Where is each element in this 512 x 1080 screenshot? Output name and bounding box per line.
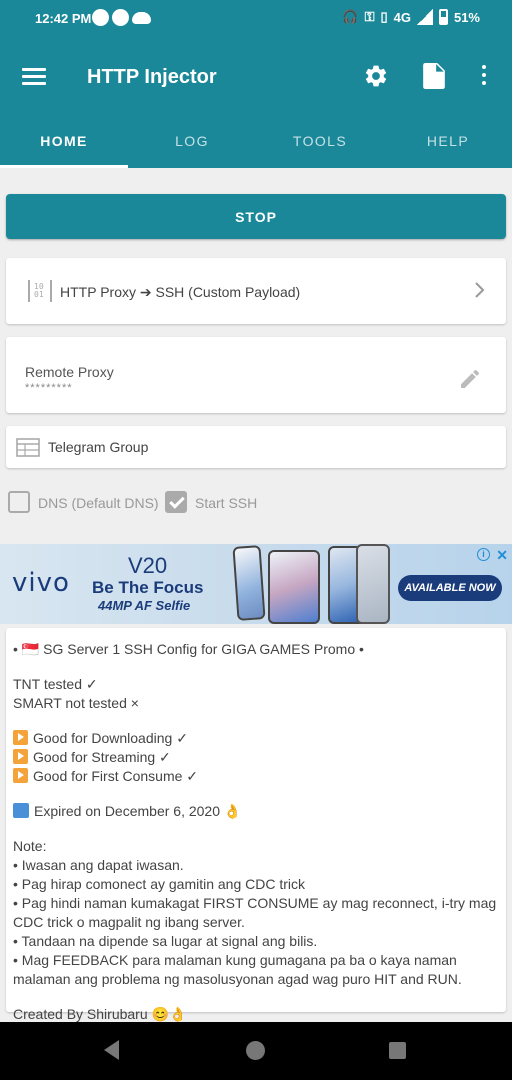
expiry-line: Expired on December 6, 2020 👌 — [13, 802, 499, 821]
note-line: • Pag hirap comonect ay gamitin ang CDC … — [13, 876, 306, 892]
document-icon[interactable] — [423, 63, 445, 89]
circle-notification-icon — [112, 9, 129, 26]
play-button-icon — [13, 749, 28, 764]
tested-line: SMART not tested × — [13, 695, 139, 711]
battery-icon — [438, 9, 448, 25]
remote-proxy-title: Remote Proxy — [25, 364, 114, 380]
system-nav-bar — [0, 1022, 512, 1080]
active-tab-indicator — [0, 165, 128, 168]
tab-home[interactable]: HOME — [0, 120, 128, 168]
ad-brand: vivo — [12, 568, 70, 598]
note-line: • Mag FEEDBACK para malaman kung gumagan… — [13, 952, 462, 987]
binary-bracket-icon: 10 01 — [28, 280, 52, 302]
start-ssh-checkbox[interactable] — [165, 491, 187, 513]
options-row: DNS (Default DNS) Start SSH — [8, 491, 504, 517]
ad-phone-image — [232, 545, 266, 621]
network-type: 4G — [393, 9, 411, 25]
app-bar: HTTP Injector HOME LOG TOOLS HELP — [0, 36, 512, 168]
recent-apps-icon[interactable] — [389, 1042, 406, 1059]
feature-line: Good for Downloading ✓ — [13, 729, 499, 748]
ad-close-icon[interactable]: ✕ — [496, 547, 508, 564]
tab-help[interactable]: HELP — [384, 120, 512, 168]
proxy-mode-label: HTTP Proxy ➔ SSH (Custom Payload) — [60, 284, 301, 300]
stop-button[interactable]: STOP — [6, 194, 506, 239]
menu-icon[interactable] — [22, 68, 46, 86]
proxy-mode-selector[interactable]: 10 01 HTTP Proxy ➔ SSH (Custom Payload) — [6, 258, 506, 324]
dns-checkbox[interactable] — [8, 491, 30, 513]
config-description: • 🇸🇬 SG Server 1 SSH Config for GIGA GAM… — [6, 628, 506, 1022]
tested-line: TNT tested ✓ — [13, 676, 98, 692]
cloud-notification-icon — [132, 12, 151, 24]
app-title: HTTP Injector — [87, 66, 217, 88]
tab-bar: HOME LOG TOOLS HELP — [0, 120, 512, 168]
ad-phone-image — [268, 550, 320, 624]
headset-icon: 🎧 — [342, 9, 359, 24]
ad-phone-image — [356, 544, 390, 624]
system-indicators: 🎧 ⚿ ▯ 4G 51% — [342, 9, 480, 25]
remote-proxy-value: ********* — [25, 382, 73, 394]
note-line: • Pag hindi naman kumakagat FIRST CONSUM… — [13, 895, 501, 930]
key-icon: ⚿ — [364, 9, 375, 24]
start-ssh-checkbox-label: Start SSH — [195, 495, 258, 511]
note-line: • Iwasan ang dapat iwasan. — [13, 857, 184, 873]
dns-checkbox-label: DNS (Default DNS) — [38, 495, 159, 511]
feature-line: Good for First Consume ✓ — [13, 767, 499, 786]
ad-cta-button[interactable]: AVAILABLE NOW — [398, 575, 502, 601]
play-button-icon — [13, 730, 28, 745]
chevron-right-icon — [475, 282, 485, 298]
status-bar: 12:42 PM 🎧 ⚿ ▯ 4G 51% — [0, 0, 512, 36]
play-button-icon — [13, 768, 28, 783]
telegram-group-label: Telegram Group — [48, 439, 149, 455]
status-time: 12:42 PM — [35, 11, 92, 26]
ad-tagline: Be The Focus — [92, 578, 204, 597]
soon-arrow-icon — [13, 803, 29, 818]
calendar-icon — [16, 438, 40, 457]
vibrate-icon: ▯ — [380, 9, 388, 24]
ad-info-icon[interactable]: i — [477, 548, 490, 561]
note-title: Note: — [13, 838, 47, 854]
notification-icons — [92, 9, 151, 26]
tab-log[interactable]: LOG — [128, 120, 256, 168]
ad-banner[interactable]: vivo V20 Be The Focus 44MP AF Selfie AVA… — [0, 544, 512, 624]
more-vert-icon[interactable] — [479, 65, 489, 89]
battery-level: 51% — [453, 9, 480, 25]
config-header: • 🇸🇬 SG Server 1 SSH Config for GIGA GAM… — [13, 641, 364, 657]
back-icon[interactable] — [104, 1040, 119, 1060]
tab-tools[interactable]: TOOLS — [256, 120, 384, 168]
music-notification-icon — [92, 9, 109, 26]
telegram-group-card[interactable]: Telegram Group — [6, 426, 506, 468]
feature-line: Good for Streaming ✓ — [13, 748, 499, 767]
ad-model: V20 — [128, 553, 168, 578]
signal-icon — [416, 9, 433, 25]
home-icon[interactable] — [246, 1041, 265, 1060]
settings-gear-icon[interactable] — [363, 63, 389, 89]
ad-subline: 44MP AF Selfie — [98, 598, 191, 613]
edit-pencil-icon[interactable] — [458, 367, 482, 391]
note-line: • Tandaan na dipende sa lugar at signal … — [13, 933, 318, 949]
remote-proxy-card[interactable]: Remote Proxy ********* — [6, 337, 506, 413]
